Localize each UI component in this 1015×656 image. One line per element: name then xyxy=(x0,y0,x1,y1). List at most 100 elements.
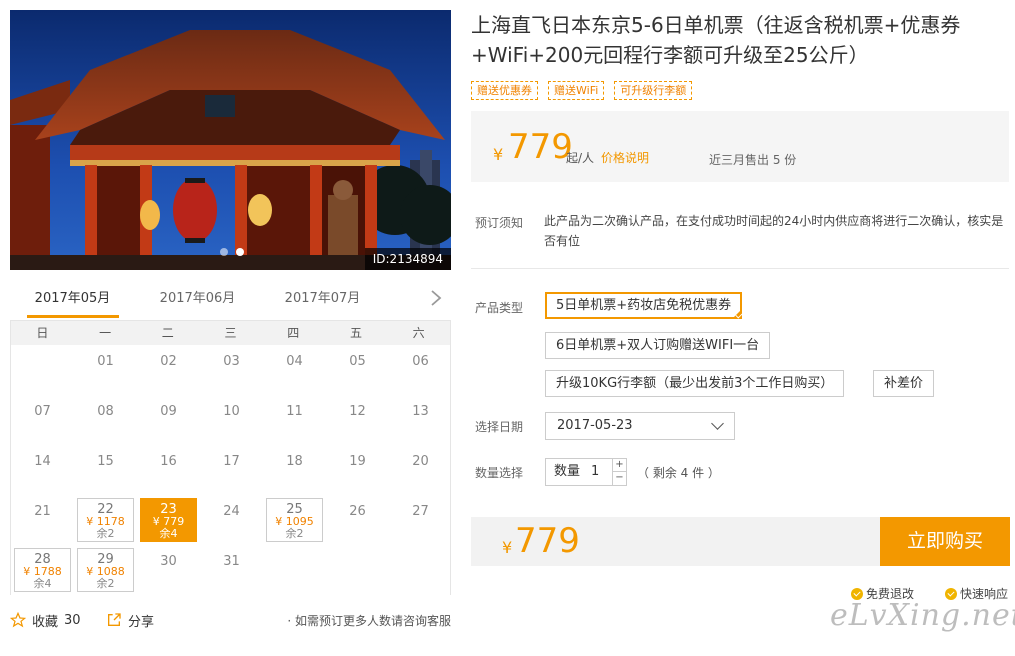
calendar-day: 08 xyxy=(97,404,114,419)
quantity-plus-button[interactable]: + xyxy=(612,459,626,472)
price-unit: 起/人 xyxy=(566,151,595,165)
favorite-label: 收藏 xyxy=(32,614,59,630)
quantity-stepper[interactable]: 数量 1 + − xyxy=(545,458,627,486)
notice-label: 预订须知 xyxy=(475,216,524,230)
price-explain-link[interactable]: 价格说明 xyxy=(601,149,649,166)
product-title: 上海直飞日本东京5-6日单机票（往返含税机票+优惠券+WiFi+200元回程行李… xyxy=(471,13,961,67)
calendar-day: 10 xyxy=(223,404,240,419)
date-select[interactable]: 2017-05-23 xyxy=(545,412,735,440)
option-label: 5日单机票+药妆店免税优惠券 xyxy=(556,298,732,313)
feature-tag: 可升级行李额 xyxy=(614,81,693,100)
calendar-day: 06 xyxy=(412,354,429,369)
quantity-field-label: 数量 xyxy=(554,464,581,479)
product-type-option-4[interactable]: 补差价 xyxy=(873,370,935,397)
buy-now-button[interactable]: 立即购买 xyxy=(880,517,1010,566)
total-amount: 779 xyxy=(515,521,580,561)
favorite-button[interactable]: 收藏 30 xyxy=(10,611,106,630)
product-type-option-2[interactable]: 6日单机票+双人订购赠送WIFI一台 xyxy=(545,332,771,359)
calendar-empty-cell xyxy=(11,345,74,395)
product-type-option-3[interactable]: 升级10KG行李额（最少出发前3个工作日购买） xyxy=(545,370,845,397)
product-hero-image[interactable]: ID:2134894 xyxy=(10,10,451,270)
price-panel: ¥ 779 起/人 价格说明 近三月售出 5 份 xyxy=(471,111,1009,182)
calendar-day: 13 xyxy=(412,404,429,419)
active-tab-underline xyxy=(26,315,119,318)
calendar-day: 20 xyxy=(412,454,429,469)
weekday-label: 三 xyxy=(224,326,237,340)
calendar-day-available[interactable]: 28 ¥ 1788 余4 xyxy=(14,548,71,592)
feature-tag: 赠送优惠券 xyxy=(471,81,538,100)
calendar-day: 14 xyxy=(34,454,51,469)
image-id-badge: ID:2134894 xyxy=(364,248,451,270)
temple-gate-photo xyxy=(10,10,451,270)
chevron-right-icon[interactable] xyxy=(429,289,443,307)
notice-text: 此产品为二次确认产品，在支付成功时间起的24小时内供应商将进行二次确认，核实是否… xyxy=(544,214,1004,248)
weekday-label: 五 xyxy=(349,326,362,340)
sold-count: 近三月售出 5 份 xyxy=(709,153,797,167)
calendar-day: 09 xyxy=(160,404,177,419)
selected-check-icon xyxy=(732,309,743,319)
day-stock: 余4 xyxy=(33,577,52,590)
tab-month-3[interactable]: 2017年07月 xyxy=(260,286,385,311)
calendar-month-tabs: 2017年05月 2017年06月 2017年07月 xyxy=(10,286,451,320)
site-watermark: eLvXing.net xyxy=(830,598,1015,633)
calendar-day: 05 xyxy=(349,354,366,369)
quantity-label: 数量选择 xyxy=(475,466,524,480)
weekday-label: 四 xyxy=(287,326,300,340)
calendar-day: 24 xyxy=(223,504,240,519)
calendar-weekday-header: 日 一 二 三 四 五 六 xyxy=(11,321,450,345)
day-stock: 余2 xyxy=(96,577,115,590)
calendar-day-available[interactable]: 22 ¥ 1178 余2 xyxy=(77,498,134,542)
quantity-minus-button[interactable]: − xyxy=(612,472,626,485)
day-stock: 余2 xyxy=(285,527,304,540)
product-type-label: 产品类型 xyxy=(475,301,524,315)
date-label: 选择日期 xyxy=(475,420,524,434)
group-booking-hint: · 如需预订更多人数请咨询客服 xyxy=(287,613,451,628)
calendar-day: 26 xyxy=(349,504,366,519)
calendar-day: 01 xyxy=(97,354,114,369)
calendar-days: 01 02 03 04 05 06 07 08 09 10 11 12 13 14 15 16 17 18 19 20… xyxy=(11,345,450,595)
quantity-value[interactable]: 1 xyxy=(591,459,599,485)
calendar-day: 18 xyxy=(286,454,303,469)
calendar-day: 02 xyxy=(160,354,177,369)
calendar-day: 15 xyxy=(97,454,114,469)
star-icon xyxy=(10,612,26,628)
carousel-dot[interactable] xyxy=(220,248,228,256)
calendar-grid: 日 一 二 三 四 五 六 01 02 03 04 05 06 07 08 09 10 11 12 13… xyxy=(10,320,451,595)
day-stock: 余2 xyxy=(96,527,115,540)
calendar-day: 19 xyxy=(349,454,366,469)
tab-month-2[interactable]: 2017年06月 xyxy=(135,286,260,311)
date-value: 2017-05-23 xyxy=(557,418,633,433)
calendar-day: 21 xyxy=(34,504,51,519)
carousel-dot-active[interactable] xyxy=(236,248,244,256)
calendar-day: 31 xyxy=(223,554,240,569)
calendar-day: 30 xyxy=(160,554,177,569)
product-type-option-1[interactable]: 5日单机票+药妆店免税优惠券 xyxy=(545,292,743,319)
feature-tags: 赠送优惠券 赠送WiFi 可升级行李额 xyxy=(471,81,693,100)
share-button[interactable]: 分享 xyxy=(106,611,154,630)
weekday-label: 二 xyxy=(161,326,174,340)
calendar-day-selected[interactable]: 23 ¥ 779 余4 xyxy=(140,498,197,542)
calendar-day-available[interactable]: 25 ¥ 1095 余2 xyxy=(266,498,323,542)
divider xyxy=(471,268,1009,269)
price-currency: ¥ xyxy=(493,145,504,164)
calendar-day: 07 xyxy=(34,404,51,419)
feature-tag: 赠送WiFi xyxy=(548,81,605,100)
total-currency: ¥ xyxy=(502,538,513,557)
calendar-day: 03 xyxy=(223,354,240,369)
calendar-day: 27 xyxy=(412,504,429,519)
calendar-day: 17 xyxy=(223,454,240,469)
calendar-day: 16 xyxy=(160,454,177,469)
calendar-day: 04 xyxy=(286,354,303,369)
share-label: 分享 xyxy=(128,614,155,630)
tab-month-1[interactable]: 2017年05月 xyxy=(10,286,135,318)
weekday-label: 六 xyxy=(412,326,425,340)
share-icon xyxy=(108,613,121,626)
weekday-label: 日 xyxy=(36,326,49,340)
chevron-down-icon xyxy=(711,417,724,430)
tab-month-label: 2017年05月 xyxy=(34,291,111,306)
calendar-day-available[interactable]: 29 ¥ 1088 余2 xyxy=(77,548,134,592)
day-stock: 余4 xyxy=(159,527,178,540)
price-amount: 779 xyxy=(508,127,573,167)
calendar-day: 12 xyxy=(349,404,366,419)
carousel-dots xyxy=(220,248,244,256)
